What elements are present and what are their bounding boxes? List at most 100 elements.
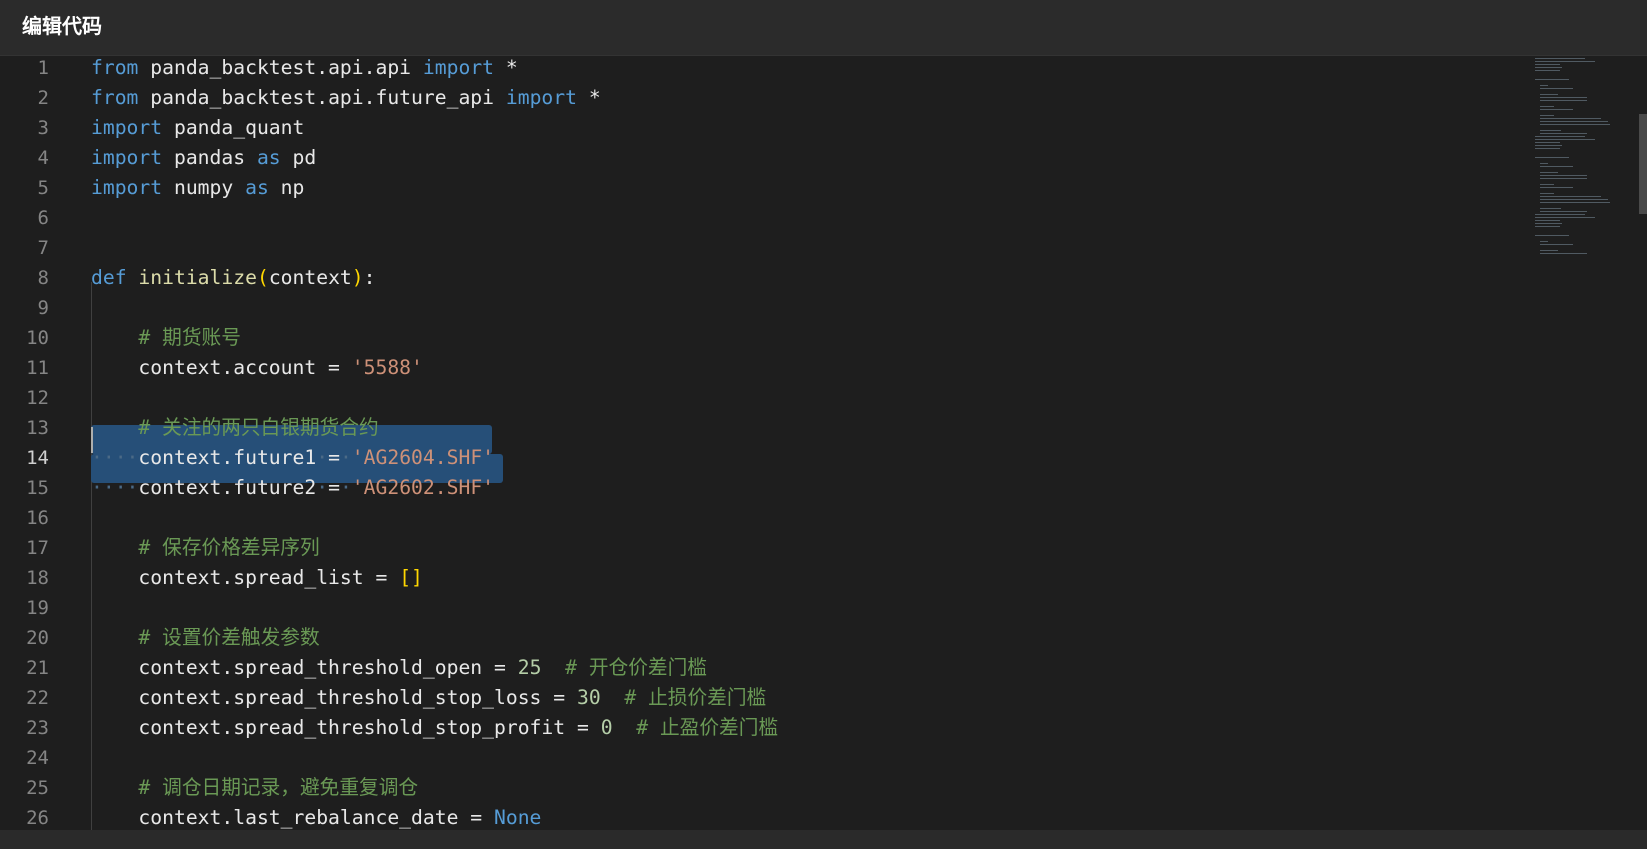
code-token: # 开仓价差门槛: [565, 656, 707, 679]
minimap-line: [1539, 253, 1588, 254]
minimap-line: [1539, 184, 1554, 185]
code-token: np: [268, 176, 305, 199]
minimap-line: [1539, 88, 1574, 89]
code-line[interactable]: from panda_backtest.api.api import *: [91, 56, 518, 83]
code-token: context.spread_threshold_stop_profit =: [91, 716, 601, 739]
code-line[interactable]: from panda_backtest.api.future_api impor…: [91, 83, 601, 113]
code-line[interactable]: # 保存价格差异序列: [91, 533, 319, 563]
line-number: 22: [26, 687, 49, 709]
vertical-scrollbar[interactable]: [1639, 114, 1647, 214]
code-token: import: [91, 146, 163, 169]
code-token: context.spread_threshold_stop_loss =: [91, 686, 577, 709]
line-number: 6: [37, 207, 49, 229]
code-line[interactable]: context.spread_list = []: [91, 563, 423, 593]
code-token: 'AG2602.SHF': [351, 476, 495, 499]
line-number: 8: [37, 267, 49, 289]
code-line[interactable]: # 调仓日期记录，避免重复调仓: [91, 773, 418, 803]
code-token: from: [91, 56, 139, 79]
code-line[interactable]: context.last_rebalance_date = None: [91, 803, 541, 830]
code-area[interactable]: from panda_backtest.api.api import * from…: [91, 56, 1511, 830]
code-token: 0: [600, 716, 613, 739]
code-token: 25: [517, 656, 542, 679]
line-number: 23: [26, 717, 49, 739]
code-line[interactable]: import numpy as np: [91, 173, 304, 203]
code-token: # 止盈价差门槛: [636, 716, 779, 739]
code-token: panda_backtest.api.api: [138, 56, 423, 79]
code-token: pandas: [162, 146, 257, 169]
code-token: import: [91, 116, 163, 139]
line-number: 14: [26, 447, 49, 469]
code-line[interactable]: ····context.future1·=·'AG2604.SHF': [91, 443, 494, 473]
minimap-line: [1539, 115, 1554, 116]
code-token: 'AG2604.SHF': [351, 446, 495, 469]
code-line[interactable]: # 期货账号: [91, 323, 240, 353]
code-token: as: [256, 146, 281, 169]
code-line[interactable]: def initialize(context):: [91, 263, 376, 293]
minimap-line: [1535, 61, 1596, 62]
minimap-line: [1535, 223, 1562, 224]
code-line[interactable]: context.spread_threshold_open = 25 # 开仓价…: [91, 653, 707, 683]
minimap-line: [1535, 148, 1561, 149]
minimap-line: [1535, 217, 1596, 218]
line-number: 12: [26, 387, 49, 409]
minimap-line: [1535, 157, 1569, 158]
code-token: ·: [316, 446, 329, 469]
minimap-line: [1539, 175, 1588, 176]
horizontal-scrollbar[interactable]: [0, 830, 1647, 849]
code-token: =: [328, 446, 340, 469]
code-line[interactable]: context.account = '5588': [91, 353, 423, 383]
line-number: 1: [37, 57, 49, 79]
minimap-line: [1539, 109, 1574, 110]
minimap-line: [1539, 100, 1588, 101]
code-token: # 调仓日期记录，避免重复调仓: [138, 776, 419, 799]
minimap-line: [1539, 121, 1609, 122]
minimap-line: [1539, 166, 1574, 167]
code-token: def: [91, 266, 127, 289]
code-line[interactable]: import pandas as pd: [91, 143, 316, 173]
minimap-line: [1539, 130, 1561, 131]
line-number: 15: [26, 477, 49, 499]
code-token: import: [91, 176, 163, 199]
line-number: 26: [26, 807, 49, 829]
minimap[interactable]: [1529, 56, 1639, 286]
minimap-line: [1535, 136, 1586, 137]
minimap-line: [1539, 199, 1609, 200]
code-token: (: [256, 266, 269, 289]
code-line[interactable]: context.spread_threshold_stop_profit = 0…: [91, 713, 778, 743]
code-line[interactable]: context.spread_threshold_stop_loss = 30 …: [91, 683, 766, 713]
code-line[interactable]: ····context.future2·=·'AG2602.SHF': [91, 473, 494, 503]
code-editor[interactable]: 1 2 3 4 5 6 7 8 9 10 11 12 13 14 15 16 17 18 19 20 21 22 23 24 2…: [0, 56, 1647, 830]
code-token: context.future1: [138, 446, 317, 469]
minimap-line: [1539, 118, 1602, 119]
line-number: 17: [26, 537, 49, 559]
code-token: context.account =: [91, 356, 352, 379]
code-token: numpy: [162, 176, 246, 199]
minimap-line: [1539, 94, 1558, 95]
code-token: ····: [91, 446, 139, 469]
line-number: 7: [37, 237, 49, 259]
code-token: import: [505, 86, 577, 109]
code-token: pd: [280, 146, 317, 169]
code-token: '5588': [351, 356, 423, 379]
minimap-line: [1539, 178, 1588, 179]
minimap-line: [1539, 187, 1574, 188]
code-token: from: [91, 86, 139, 109]
code-token: ·: [316, 476, 329, 499]
minimap-line: [1539, 244, 1574, 245]
minimap-line: [1535, 142, 1561, 143]
minimap-line: [1535, 64, 1561, 65]
line-number: 2: [37, 87, 49, 109]
minimap-line: [1539, 241, 1549, 242]
minimap-line: [1539, 211, 1588, 212]
code-line[interactable]: import panda_quant: [91, 113, 304, 143]
minimap-line: [1539, 85, 1549, 86]
line-number: 25: [26, 777, 49, 799]
code-line[interactable]: # 关注的两只白银期货合约: [91, 413, 378, 443]
code-token: context.future2: [138, 476, 317, 499]
code-line[interactable]: # 设置价差触发参数: [91, 623, 319, 653]
code-token: *: [577, 86, 601, 109]
minimap-line: [1535, 67, 1562, 68]
minimap-line: [1539, 193, 1554, 194]
